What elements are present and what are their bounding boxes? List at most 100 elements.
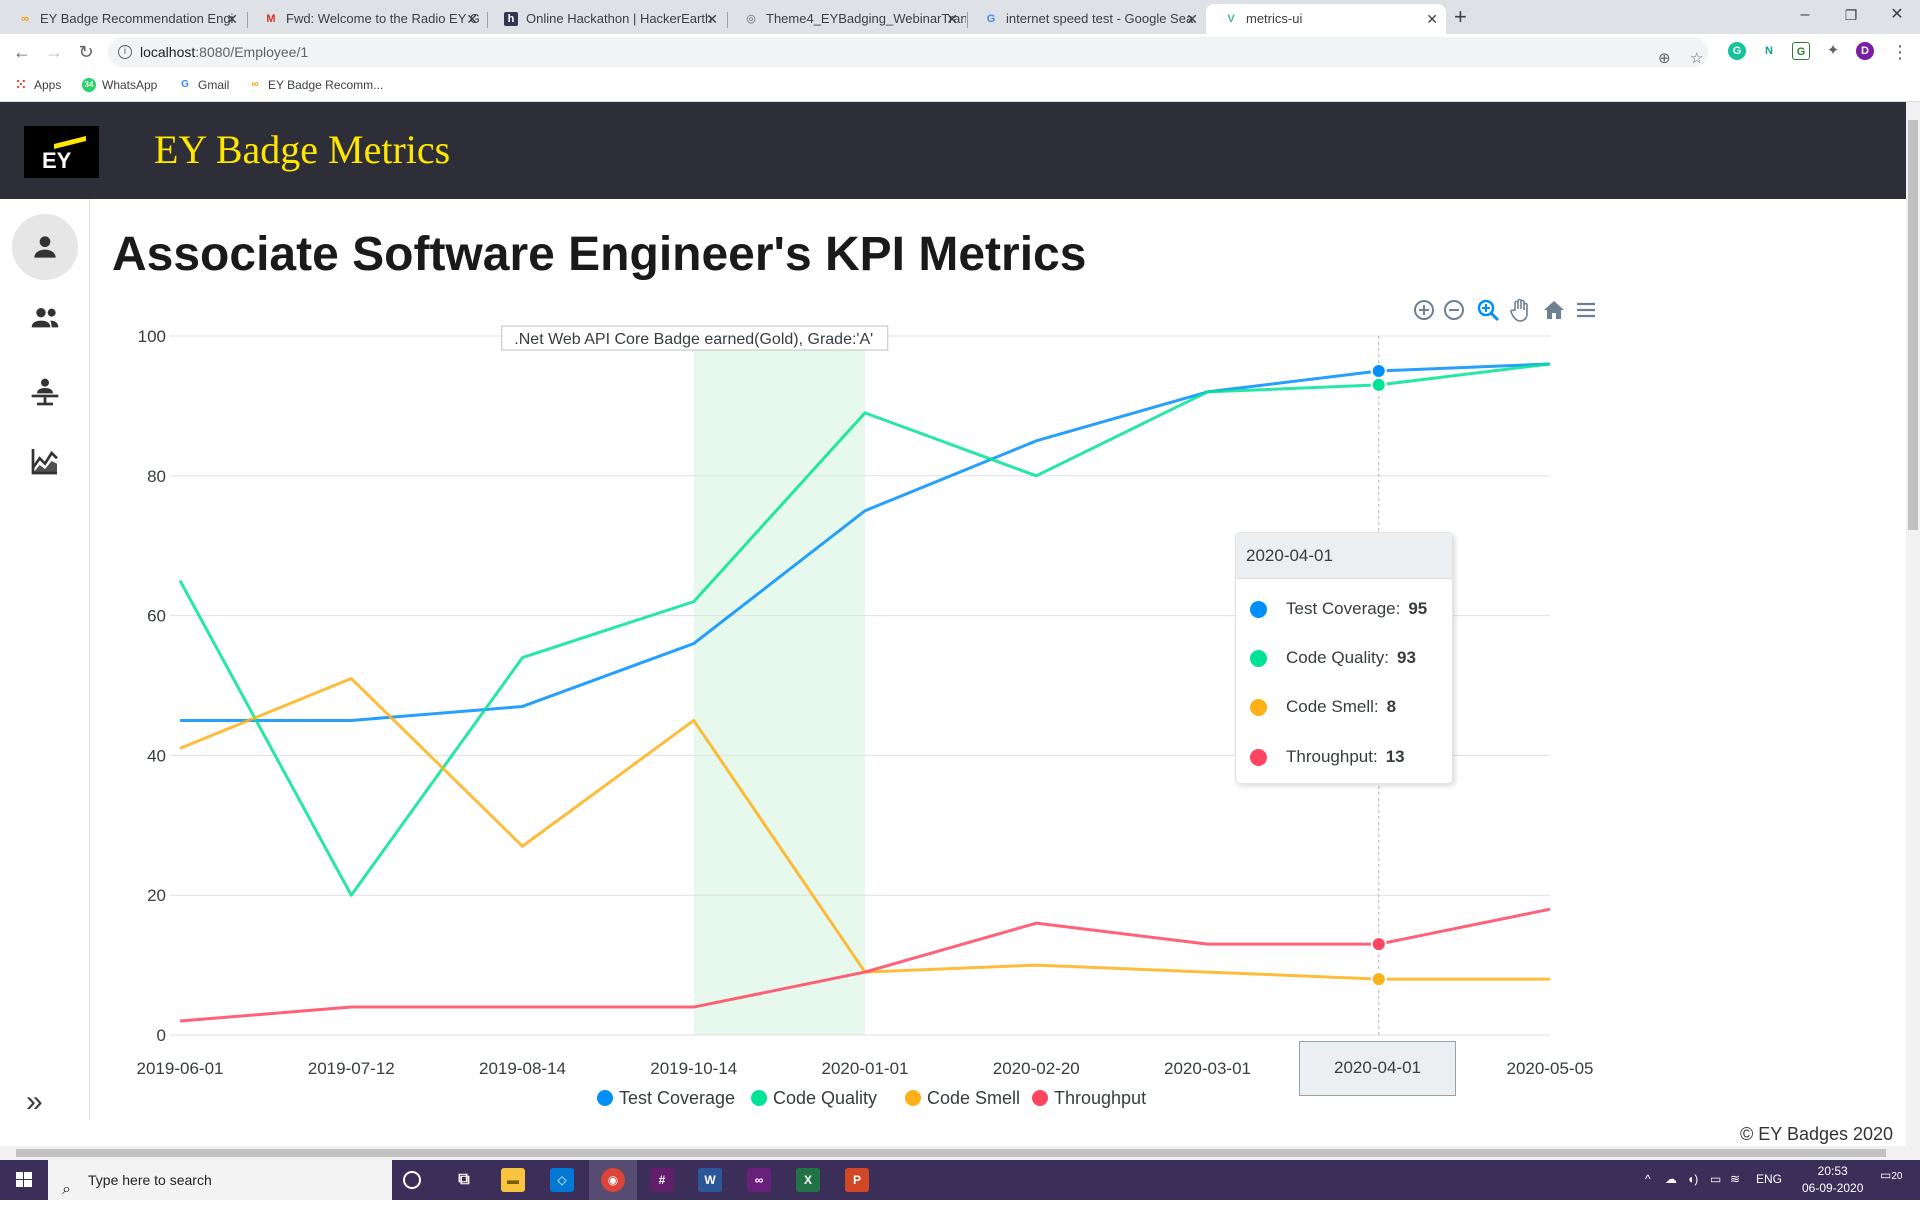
extensions-puzzle-icon[interactable]: ✦ [1824,42,1842,60]
scrollbar-thumb[interactable] [1908,120,1918,530]
grammarly-icon[interactable]: G [1728,42,1746,60]
reset-home-icon[interactable] [1542,298,1566,322]
bookmark-label: Gmail [198,78,230,92]
close-tab-icon[interactable]: ✕ [1426,4,1438,34]
visual-studio-icon[interactable]: ∞ [747,1168,771,1192]
minimize-icon[interactable]: – [1782,0,1828,34]
close-window-icon[interactable]: ✕ [1874,0,1920,34]
taskbar-clock[interactable]: 20:53 06-09-2020 [1802,1163,1863,1197]
legend-marker [597,1090,613,1106]
onedrive-icon[interactable]: ☁ [1665,1172,1677,1186]
tab-metrics-ui[interactable]: V metrics-ui ✕ [1206,4,1446,34]
notification-center-icon[interactable]: ▭20 [1880,1168,1902,1182]
windows-start-button[interactable] [0,1160,48,1200]
x-tick-label: 2020-01-01 [822,1059,909,1078]
tooltip-value: 93 [1397,648,1416,667]
horizontal-scrollbar[interactable] [0,1146,1906,1160]
language-indicator[interactable]: ENG [1756,1172,1782,1186]
y-tick-label: 80 [147,467,166,486]
forward-icon[interactable]: → [40,38,68,66]
restore-icon[interactable]: ❐ [1828,0,1874,34]
cortana-icon[interactable] [403,1171,421,1189]
person-icon [34,236,56,258]
reload-icon[interactable]: ↻ [72,38,100,66]
slack-icon[interactable]: # [650,1168,674,1192]
powerpoint-icon[interactable]: P [845,1168,869,1192]
bookmark-whatsapp[interactable]: 34 WhatsApp [82,76,157,94]
ey-logo[interactable]: EY [24,126,99,178]
tab-hackerearth[interactable]: h Online Hackathon | HackerEarth ✕ [486,4,726,34]
task-view-icon[interactable]: ⧉ [452,1168,476,1192]
menu-icon[interactable] [1574,298,1598,322]
series-dot [1250,650,1267,667]
address-bar[interactable]: i localhost:8080/Employee/1 ⊕ ☆ [108,37,1708,67]
excel-icon[interactable]: X [796,1168,820,1192]
tab-gmail[interactable]: M Fwd: Welcome to the Radio EY G ✕ [246,4,486,34]
hover-marker [1370,376,1387,393]
zoom-in-icon[interactable] [1412,298,1436,322]
url-path: :8080/Employee/1 [195,44,309,60]
search-placeholder: Type here to search [88,1172,212,1188]
tooltip-row: Test Coverage: 95 [1236,589,1454,629]
close-tab-icon[interactable]: ✕ [946,4,958,34]
chart-tooltip: 2020-04-01 Test Coverage: 95 Code Quality… [1235,532,1453,784]
battery-icon[interactable]: ▭ [1710,1172,1721,1186]
close-tab-icon[interactable]: ✕ [466,4,478,34]
word-icon[interactable]: W [698,1168,722,1192]
sidebar-item-training[interactable] [12,359,78,425]
chrome-icon[interactable]: ◉ [601,1168,625,1192]
series-dot [1250,601,1267,618]
taskbar-search[interactable]: ⌕ Type here to search [48,1160,392,1200]
tab-google-search[interactable]: G internet speed test - Google Sea ✕ [966,4,1206,34]
tray-chevron-icon[interactable]: ^ [1645,1172,1651,1186]
google-icon: G [181,79,189,90]
legend-label: Code Quality [773,1088,877,1108]
close-tab-icon[interactable]: ✕ [706,4,718,34]
tab-webinar[interactable]: ◎ Theme4_EYBadging_WebinarTran ✕ [726,4,966,34]
y-tick-label: 100 [138,327,166,346]
tab-title: metrics-ui [1246,11,1303,26]
tooltip-label: Code Quality: [1286,648,1389,667]
tooltip-value: 95 [1408,599,1428,618]
bookmark-apps[interactable]: ⁙ Apps [14,76,62,94]
sidebar-item-analytics[interactable] [12,428,78,494]
vertical-scrollbar[interactable] [1906,102,1920,1160]
clock-time: 20:53 [1817,1164,1848,1178]
tab-ey-badge[interactable]: ∞ EY Badge Recommendation Engi ✕ [0,4,246,34]
hackerearth-icon: h [504,12,518,26]
bookmark-label: WhatsApp [102,78,158,92]
bookmark-gmail[interactable]: G Gmail [178,76,229,94]
new-tab-icon[interactable]: + [1454,4,1467,30]
tab-title: internet speed test - Google Sea [1006,11,1194,26]
close-tab-icon[interactable]: ✕ [226,4,238,34]
tooltip-value: 8 [1386,697,1397,716]
legend-label: Test Coverage [619,1088,735,1108]
file-explorer-icon[interactable]: ▬ [501,1168,525,1192]
vscode-icon[interactable]: ◇ [550,1168,574,1192]
bookmark-ey-badge[interactable]: ∞ EY Badge Recomm... [248,76,383,94]
browser-menu-icon[interactable]: ⋮ [1886,38,1914,66]
double-chevron-right-icon[interactable]: » [26,1087,43,1117]
series-dot [1250,749,1267,766]
pan-hand-icon[interactable] [1508,298,1532,322]
legend-label: Throughput [1054,1088,1146,1108]
zoom-out-icon[interactable] [1442,298,1466,322]
x-tick-label: 2020-03-01 [1164,1059,1251,1078]
sidebar-item-team[interactable] [12,285,78,351]
logo-text: EY [42,148,72,173]
wifi-icon[interactable]: ≋ [1730,1172,1740,1186]
extension-g-icon[interactable]: G [1792,42,1810,60]
clock-date: 06-09-2020 [1802,1181,1864,1195]
site-info-icon[interactable]: i [118,45,132,59]
selection-zoom-icon[interactable] [1476,298,1500,322]
volume-icon[interactable]: ◖) [1687,1172,1698,1186]
profile-avatar[interactable]: D [1856,42,1874,60]
close-tab-icon[interactable]: ✕ [1186,4,1198,34]
scrollbar-thumb[interactable] [16,1149,1886,1157]
legend-marker [1032,1090,1048,1106]
extension-n-icon[interactable]: N [1760,42,1778,60]
tab-title: EY Badge Recommendation Engi [40,11,234,26]
kpi-chart: 0 20 40 60 80 100 2019-06-01 2019-07-12 2019-08-… [90,199,1906,1120]
back-icon[interactable]: ← [8,38,36,66]
sidebar-item-employee[interactable] [12,214,78,280]
